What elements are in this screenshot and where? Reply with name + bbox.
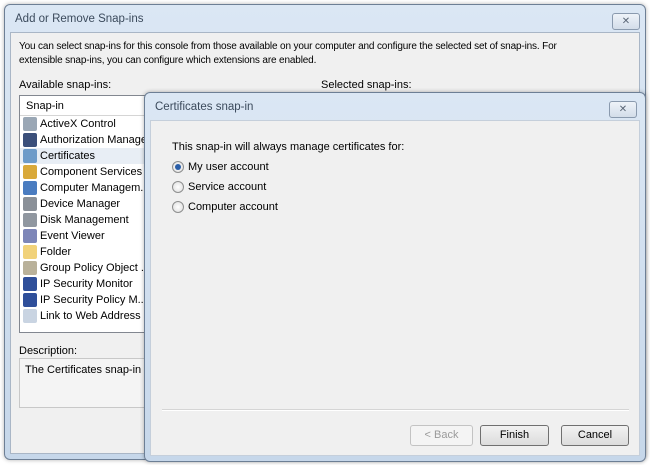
radio-label: Computer account — [188, 201, 278, 213]
snapin-label: Folder — [40, 246, 72, 258]
window-title: Add or Remove Snap-ins — [15, 13, 144, 25]
dialog-close-button[interactable]: ✕ — [609, 101, 637, 118]
description-box: The Certificates snap-in all — [19, 358, 154, 408]
snapin-list-item[interactable]: Component Services — [20, 164, 153, 180]
snapin-icon — [23, 261, 37, 275]
snapin-icon — [23, 245, 37, 259]
snapin-list-item[interactable]: Folder — [20, 244, 153, 260]
snapin-label: Link to Web Address — [40, 310, 141, 322]
snapin-list-item[interactable]: Computer Managem... — [20, 180, 153, 196]
snapin-icon — [23, 181, 37, 195]
radio-button[interactable] — [172, 201, 184, 213]
snapin-label: IP Security Monitor — [40, 278, 133, 290]
snapin-icon — [23, 197, 37, 211]
description-label: Description: — [19, 345, 78, 357]
snapin-label: Computer Managem... — [40, 182, 150, 194]
snapin-label: ActiveX Control — [40, 118, 116, 130]
snapin-icon — [23, 229, 37, 243]
snapin-label: Authorization Manager — [40, 134, 151, 146]
snapin-icon — [23, 309, 37, 323]
snapin-icon — [23, 293, 37, 307]
close-button[interactable]: ✕ — [612, 13, 640, 30]
finish-button[interactable]: Finish — [480, 425, 549, 446]
radio-button[interactable] — [172, 181, 184, 193]
snapin-icon — [23, 149, 37, 163]
snapin-icon — [23, 165, 37, 179]
dialog-prompt: This snap-in will always manage certific… — [172, 141, 405, 153]
separator — [162, 409, 629, 411]
cancel-button[interactable]: Cancel — [561, 425, 629, 446]
snapin-icon — [23, 133, 37, 147]
radio-label: Service account — [188, 181, 267, 193]
snapin-list-item[interactable]: Authorization Manager — [20, 132, 153, 148]
radio-option[interactable]: Service account — [172, 181, 266, 193]
snapin-list-item[interactable]: ActiveX Control — [20, 116, 153, 132]
back-button[interactable]: < Back — [410, 425, 473, 446]
snapin-label: Event Viewer — [40, 230, 105, 242]
selected-label: Selected snap-ins: — [321, 79, 412, 91]
snapin-list-item[interactable]: IP Security Policy M... — [20, 292, 153, 308]
snapin-list-item[interactable]: Link to Web Address — [20, 308, 153, 324]
snapin-list-item[interactable]: Event Viewer — [20, 228, 153, 244]
snapin-icon — [23, 277, 37, 291]
available-label: Available snap-ins: — [19, 79, 112, 91]
snapin-label: Certificates — [40, 150, 96, 162]
available-snapins-list[interactable]: Snap-in ActiveX Control Authorization Man… — [19, 95, 154, 333]
snapin-list-item[interactable]: Group Policy Object ... — [20, 260, 153, 276]
snapin-label: Component Services — [40, 166, 143, 178]
radio-option[interactable]: My user account — [172, 161, 269, 173]
snapin-label: Disk Management — [40, 214, 129, 226]
snapin-icon — [23, 213, 37, 227]
intro-text-1: You can select snap-ins for this console… — [19, 41, 557, 52]
radio-label: My user account — [188, 161, 269, 173]
snapin-label: Group Policy Object ... — [40, 262, 151, 274]
snapin-list-item[interactable]: Device Manager — [20, 196, 153, 212]
snapin-label: IP Security Policy M... — [40, 294, 147, 306]
snapin-label: Device Manager — [40, 198, 121, 210]
column-header-snapin[interactable]: Snap-in — [20, 96, 153, 116]
snapin-list-item[interactable]: IP Security Monitor — [20, 276, 153, 292]
dialog-title: Certificates snap-in — [155, 101, 254, 113]
snapin-list-item[interactable]: Certificates — [20, 148, 153, 164]
snapin-list-item[interactable]: Disk Management — [20, 212, 153, 228]
radio-button[interactable] — [172, 161, 184, 173]
intro-text-2: extensible snap-ins, you can configure w… — [19, 55, 317, 66]
radio-option[interactable]: Computer account — [172, 201, 278, 213]
snapin-icon — [23, 117, 37, 131]
